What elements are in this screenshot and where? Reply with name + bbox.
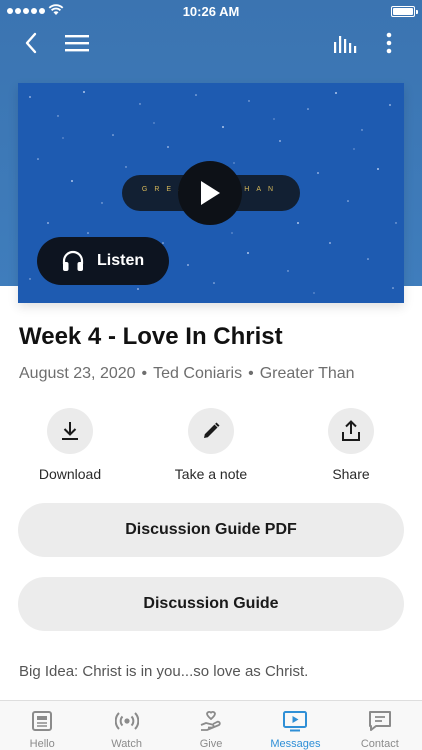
download-icon <box>62 422 78 440</box>
share-label: Share <box>332 466 370 482</box>
message-meta: August 23, 2020 • Ted Coniaris • Greater… <box>19 365 355 383</box>
share-action[interactable]: Share <box>299 408 403 482</box>
status-time: 10:26 AM <box>182 4 240 19</box>
chevron-left-icon <box>25 32 37 54</box>
tab-messages[interactable]: Messages <box>253 701 337 750</box>
news-icon <box>32 710 53 731</box>
download-action[interactable]: Download <box>18 408 122 482</box>
message-date: August 23, 2020 <box>19 365 136 382</box>
tab-give[interactable]: Give <box>169 701 253 750</box>
take-note-action[interactable]: Take a note <box>159 408 263 482</box>
audio-button[interactable] <box>330 30 360 56</box>
pencil-icon <box>204 422 220 438</box>
give-hand-icon <box>200 710 221 731</box>
share-icon <box>342 420 360 441</box>
chat-icon <box>368 710 391 731</box>
take-note-button[interactable] <box>188 408 234 454</box>
share-button[interactable] <box>328 408 374 454</box>
tab-label: Messages <box>270 738 321 750</box>
meta-separator: • <box>141 365 148 382</box>
tab-label: Contact <box>360 738 399 750</box>
listen-button[interactable]: Listen <box>37 237 169 285</box>
headphones-icon <box>62 250 84 271</box>
discussion-guide-pdf-button[interactable]: Discussion Guide PDF <box>18 503 404 557</box>
download-label: Download <box>38 466 102 482</box>
media-artwork[interactable]: GREATER THAN Listen <box>18 83 404 303</box>
tab-contact[interactable]: Contact <box>338 701 422 750</box>
listen-label: Listen <box>97 252 145 269</box>
status-bar: 10:26 AM <box>0 0 422 24</box>
audio-bars-icon <box>334 36 357 53</box>
back-button[interactable] <box>16 28 46 58</box>
take-note-label: Take a note <box>174 466 248 482</box>
tab-hello[interactable]: Hello <box>0 701 84 750</box>
discussion-guide-button[interactable]: Discussion Guide <box>18 577 404 631</box>
broadcast-icon <box>114 711 139 730</box>
tab-label: Watch <box>111 738 142 750</box>
tab-bar: Hello Watch Give Messages Contact <box>0 700 422 750</box>
download-button[interactable] <box>47 408 93 454</box>
tab-label: Give <box>199 738 223 750</box>
message-title: Week 4 - Love In Christ <box>19 323 283 350</box>
tv-play-icon <box>283 710 308 731</box>
more-button[interactable] <box>376 30 402 56</box>
big-idea-text: Big Idea: Christ is in you...so love as … <box>19 663 309 680</box>
hamburger-icon <box>65 35 89 52</box>
tab-label: Hello <box>29 738 55 750</box>
menu-button[interactable] <box>62 30 92 56</box>
meta-separator: • <box>248 365 254 382</box>
battery-icon <box>391 6 418 17</box>
tab-watch[interactable]: Watch <box>84 701 168 750</box>
play-icon <box>201 181 220 205</box>
more-vertical-icon <box>386 32 392 54</box>
message-series: Greater Than <box>259 365 355 382</box>
message-speaker: Ted Coniaris <box>153 365 243 382</box>
play-button[interactable] <box>178 161 242 225</box>
